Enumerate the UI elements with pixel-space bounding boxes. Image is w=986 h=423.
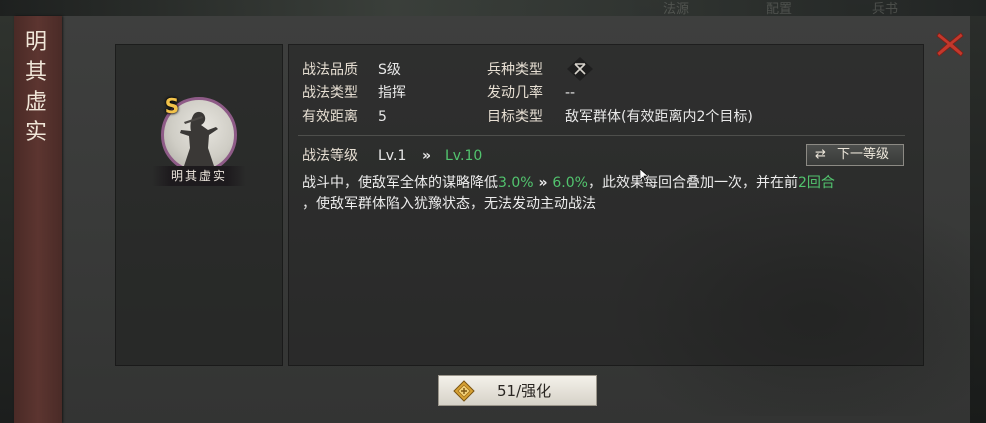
type-label: 战法类型 — [302, 85, 358, 101]
enhance-token-icon — [453, 380, 475, 402]
level-arrow: » — [422, 148, 432, 164]
range-value: 5 — [378, 109, 387, 125]
desc-value-from: 3.0% — [498, 175, 534, 191]
top-tab-2[interactable]: 配置 — [766, 0, 792, 17]
target-value: 敌军群体(有效距离内2个目标) — [565, 109, 753, 125]
desc-value-to: 6.0% — [552, 175, 588, 191]
tactic-description: 战斗中，使敌军全体的谋略降低3.0% » 6.0%，此效果每回合叠加一次，并在前… — [302, 173, 902, 215]
next-level-label: 下一等级 — [837, 147, 890, 162]
level-label: 战法等级 — [302, 148, 358, 164]
enhance-button[interactable]: 51/强化 — [438, 375, 597, 406]
top-tab-3[interactable]: 兵书 — [872, 0, 898, 17]
dialog-title: 明其虚实 — [24, 30, 47, 145]
mouse-cursor-icon — [639, 168, 649, 183]
range-label: 有效距离 — [302, 109, 358, 125]
portrait-panel — [115, 44, 283, 366]
desc-arrow: » — [538, 175, 548, 191]
swap-arrows-icon: ⇄ — [815, 147, 826, 162]
desc-part-1: 战斗中，使敌军全体的谋略降低 — [302, 175, 498, 191]
close-button[interactable] — [935, 30, 965, 58]
level-current: Lv.1 — [378, 148, 407, 164]
rate-value: -- — [565, 85, 576, 101]
left-edge — [0, 16, 14, 423]
rate-label: 发动几率 — [487, 85, 543, 101]
quality-label: 战法品质 — [302, 62, 358, 78]
quality-value: S级 — [378, 62, 401, 78]
type-value: 指挥 — [378, 85, 406, 101]
section-divider — [298, 135, 905, 136]
tactic-name-plate: 明其虚实 — [152, 166, 246, 186]
grade-badge: S — [164, 94, 180, 118]
next-level-button[interactable]: ⇄ 下一等级 — [806, 144, 904, 166]
troop-type-icon — [566, 56, 594, 82]
close-icon — [936, 32, 964, 57]
top-tab-1[interactable]: 法源 — [663, 0, 689, 17]
target-label: 目标类型 — [487, 109, 543, 125]
top-tab-strip: 法源 配置 兵书 — [0, 0, 986, 17]
troop-type-label: 兵种类型 — [487, 62, 543, 78]
level-max: Lv.10 — [445, 148, 483, 164]
desc-rounds: 2回合 — [797, 175, 835, 191]
enhance-label: 51/强化 — [497, 382, 552, 400]
desc-part-3: ，使敌军群体陷入犹豫状态，无法发动主动战法 — [302, 196, 596, 212]
desc-part-2: ，此效果每回合叠加一次，并在前 — [587, 175, 798, 191]
